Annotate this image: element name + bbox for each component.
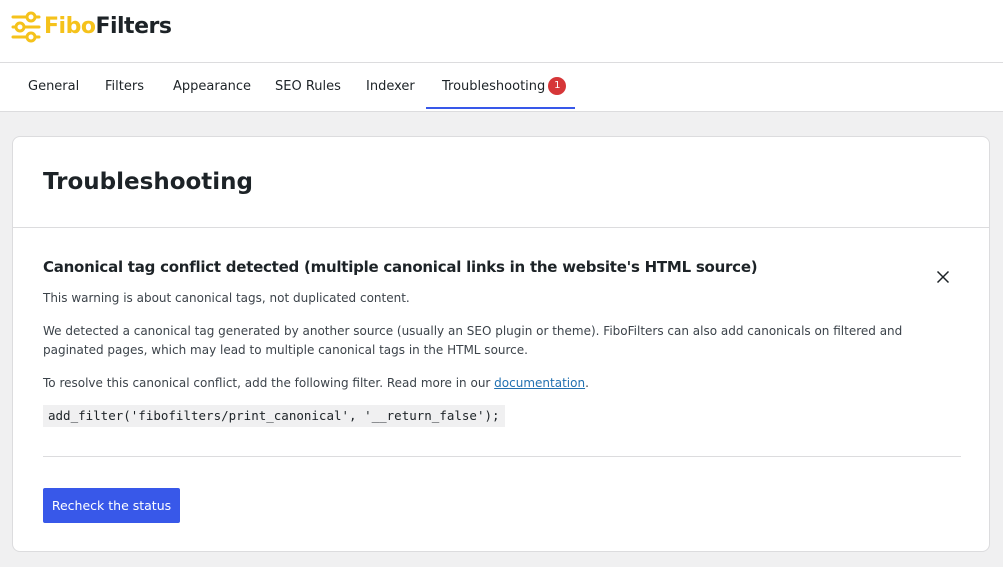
- brand-name: FiboFilters: [44, 10, 172, 44]
- tab-general[interactable]: General: [28, 63, 79, 111]
- dismiss-button[interactable]: [931, 265, 955, 289]
- notice-paragraph-3: To resolve this canonical conflict, add …: [43, 374, 903, 393]
- documentation-link[interactable]: documentation: [494, 376, 585, 390]
- resolve-text-end: .: [585, 376, 589, 390]
- tab-indexer[interactable]: Indexer: [366, 63, 415, 111]
- troubleshooting-card: Troubleshooting Canonical tag conflict d…: [12, 136, 990, 552]
- tab-troubleshooting-label: Troubleshooting: [442, 79, 546, 94]
- code-snippet[interactable]: add_filter('fibofilters/print_canonical'…: [43, 405, 505, 427]
- notice-title: Canonical tag conflict detected (multipl…: [43, 258, 758, 276]
- recheck-status-button[interactable]: Recheck the status: [43, 488, 180, 523]
- notice-paragraph-1: This warning is about canonical tags, no…: [43, 291, 410, 305]
- tab-bar: General Filters Appearance SEO Rules Ind…: [0, 63, 1003, 112]
- tab-troubleshooting[interactable]: Troubleshooting 1: [426, 63, 575, 109]
- resolve-text: To resolve this canonical conflict, add …: [43, 376, 495, 390]
- tab-filters[interactable]: Filters: [105, 63, 144, 111]
- sliders-icon: [11, 10, 41, 44]
- tab-seo-rules[interactable]: SEO Rules: [275, 63, 341, 111]
- page-title: Troubleshooting: [43, 169, 254, 195]
- top-bar: FiboFilters: [0, 0, 1003, 63]
- brand-name-filters: Filters: [95, 14, 172, 39]
- close-icon: [931, 265, 955, 289]
- notification-badge: 1: [548, 76, 567, 95]
- divider: [43, 456, 961, 457]
- logo[interactable]: FiboFilters: [11, 10, 172, 44]
- notice-paragraph-2: We detected a canonical tag generated by…: [43, 324, 903, 357]
- brand-name-fibo: Fibo: [44, 14, 96, 39]
- tab-appearance[interactable]: Appearance: [173, 63, 251, 111]
- card-header: Troubleshooting: [13, 137, 989, 228]
